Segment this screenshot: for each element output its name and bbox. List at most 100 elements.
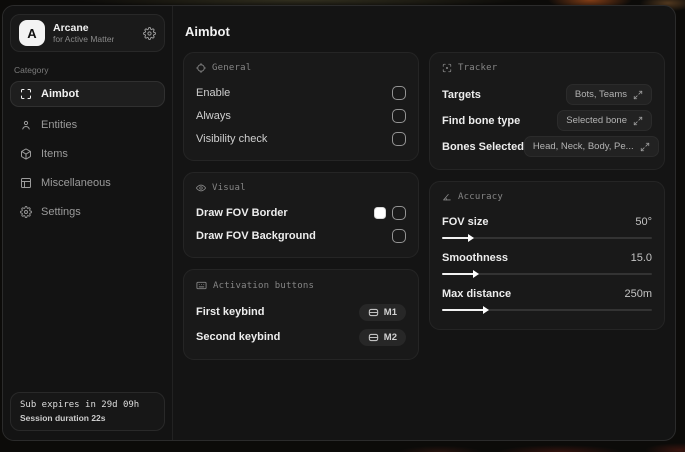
fov-border-color-swatch[interactable] xyxy=(374,207,386,219)
sub-expiry-text: Sub expires in 29d 09h xyxy=(20,400,140,410)
person-icon xyxy=(20,119,32,131)
visual-card-title: Visual xyxy=(212,183,246,193)
sidebar-item-label: Aimbot xyxy=(41,88,79,100)
mouse-button-icon xyxy=(368,307,379,318)
content-columns: General Enable Always Visibility check V… xyxy=(183,52,665,360)
setting-row-draw-fov-border: Draw FOV Border xyxy=(196,202,406,224)
activation-card-title: Activation buttons xyxy=(213,280,315,291)
sidebar-item-entities[interactable]: Entities xyxy=(10,112,165,138)
activation-buttons-card: Activation buttons First keybind M1 Seco… xyxy=(183,269,419,360)
setting-row-bones-selected: Bones Selected Head, Neck, Body, Pe... xyxy=(442,134,659,159)
setting-label: Visibility check xyxy=(196,133,268,145)
select-value: Head, Neck, Body, Pe... xyxy=(532,141,634,152)
slider-fill xyxy=(442,236,472,239)
visibility-check-checkbox[interactable] xyxy=(392,132,406,146)
fov-size-slider[interactable] xyxy=(442,233,652,242)
first-keybind-button[interactable]: M1 xyxy=(358,303,406,321)
expand-icon xyxy=(640,142,650,152)
sidebar-item-label: Settings xyxy=(41,206,81,218)
tracker-card: Tracker Targets Bots, Teams Find bone ty… xyxy=(429,52,665,170)
crosshair-icon xyxy=(196,63,206,73)
setting-label: Max distance xyxy=(442,287,512,300)
draw-fov-border-checkbox[interactable] xyxy=(392,206,406,220)
general-card-header: General xyxy=(196,63,406,73)
crosshair-scan-icon xyxy=(20,88,32,100)
general-card: General Enable Always Visibility check xyxy=(183,52,419,161)
angle-icon xyxy=(442,192,452,202)
brand-name: Arcane xyxy=(53,21,89,34)
sidebar-item-miscellaneous[interactable]: Miscellaneous xyxy=(10,170,165,196)
slider-thumb[interactable] xyxy=(468,233,475,242)
setting-row-first-keybind: First keybind M1 xyxy=(196,300,406,324)
setting-row-always: Always xyxy=(196,105,406,127)
sidebar-item-aimbot[interactable]: Aimbot xyxy=(10,81,165,107)
focus-target-icon xyxy=(442,63,452,73)
slider-thumb[interactable] xyxy=(472,269,479,278)
draw-fov-background-checkbox[interactable] xyxy=(392,229,406,243)
tracker-card-header: Tracker xyxy=(442,63,652,73)
subscription-card: Sub expires in 29d 09h Session duration … xyxy=(10,392,165,431)
targets-select[interactable]: Bots, Teams xyxy=(565,84,652,105)
brand-card: A Arcane for Active Matter xyxy=(10,14,165,52)
slider-thumb[interactable] xyxy=(483,305,490,314)
setting-label: Always xyxy=(196,110,231,122)
brand-subtitle: for Active Matter xyxy=(53,33,115,44)
sidebar-item-label: Items xyxy=(41,148,68,160)
layout-icon xyxy=(20,177,32,189)
slider-label-row: FOV size 50° xyxy=(442,211,652,232)
sidebar-item-label: Entities xyxy=(41,119,78,131)
slider-label-row: Max distance 250m xyxy=(442,283,652,304)
sidebar-item-label: Miscellaneous xyxy=(41,177,111,189)
select-value: Bots, Teams xyxy=(574,89,627,100)
setting-label: FOV size xyxy=(442,215,489,228)
setting-label: First keybind xyxy=(196,306,265,318)
sidebar: A Arcane for Active Matter Category Aimb… xyxy=(3,6,173,440)
gear-icon xyxy=(20,206,32,218)
sidebar-item-settings[interactable]: Settings xyxy=(10,199,165,225)
setting-row-targets: Targets Bots, Teams xyxy=(442,82,652,107)
keyboard-icon xyxy=(196,280,207,291)
eye-icon xyxy=(196,183,206,193)
accuracy-card: Accuracy FOV size 50° Smoothness 15.0 Ma… xyxy=(429,181,665,330)
setting-row-second-keybind: Second keybind M2 xyxy=(196,325,406,349)
setting-label: Enable xyxy=(196,87,231,99)
slider-label-row: Smoothness 15.0 xyxy=(442,247,652,268)
max-distance-slider[interactable] xyxy=(442,305,652,314)
slider-value: 15.0 xyxy=(630,251,652,264)
brand-initial: A xyxy=(27,25,37,41)
gear-icon[interactable] xyxy=(143,26,156,40)
setting-row-find-bone-type: Find bone type Selected bone xyxy=(442,108,652,133)
slider-group-fov-size: FOV size 50° xyxy=(442,211,652,242)
bones-selected-select[interactable]: Head, Neck, Body, Pe... xyxy=(523,136,659,157)
accuracy-card-header: Accuracy xyxy=(442,192,652,202)
slider-group-smoothness: Smoothness 15.0 xyxy=(442,247,652,278)
setting-label: Targets xyxy=(442,88,481,101)
page-title: Aimbot xyxy=(185,24,230,39)
smoothness-slider[interactable] xyxy=(442,269,652,278)
slider-value: 50° xyxy=(635,215,652,228)
main-panel: Aimbot General Enable Always Visibility … xyxy=(173,6,675,440)
setting-label: Draw FOV Background xyxy=(196,230,316,242)
visual-card-header: Visual xyxy=(196,183,406,193)
always-checkbox[interactable] xyxy=(392,109,406,123)
expand-icon xyxy=(633,116,643,126)
arcane-window: A Arcane for Active Matter Category Aimb… xyxy=(2,5,676,441)
setting-row-enable: Enable xyxy=(196,82,406,104)
cube-icon xyxy=(20,148,32,160)
expand-icon xyxy=(633,90,643,100)
enable-checkbox[interactable] xyxy=(392,86,406,100)
second-keybind-button[interactable]: M2 xyxy=(358,328,406,346)
keybind-value: M1 xyxy=(383,306,397,318)
keybind-value: M2 xyxy=(383,331,397,343)
sidebar-item-items[interactable]: Items xyxy=(10,141,165,167)
tracker-card-title: Tracker xyxy=(458,63,498,73)
find-bone-type-select[interactable]: Selected bone xyxy=(557,110,652,131)
slider-fill xyxy=(442,308,487,311)
row-controls xyxy=(374,206,406,220)
category-label: Category xyxy=(14,65,49,75)
slider-fill xyxy=(442,272,476,275)
left-column: General Enable Always Visibility check V… xyxy=(183,52,419,360)
visual-card: Visual Draw FOV Border Draw FOV Backgrou… xyxy=(183,172,419,258)
accuracy-card-title: Accuracy xyxy=(458,192,503,202)
setting-label: Find bone type xyxy=(442,114,521,127)
